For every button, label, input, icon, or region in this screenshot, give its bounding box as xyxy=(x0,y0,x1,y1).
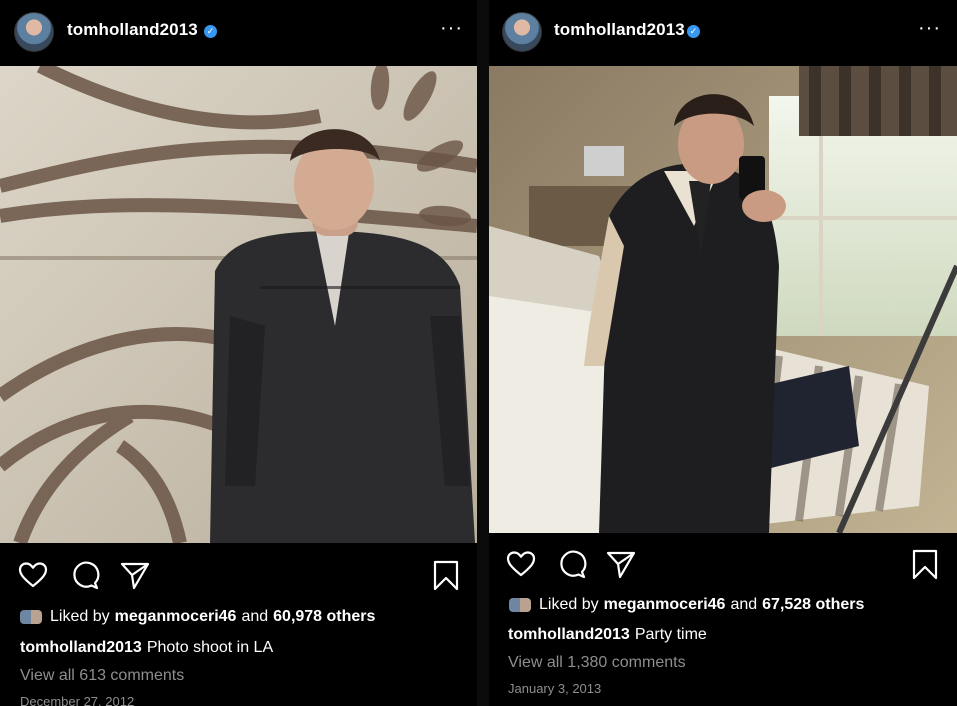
liked-user[interactable]: meganmoceri46 xyxy=(604,596,726,613)
liked-others[interactable]: 67,528 others xyxy=(762,596,864,613)
heart-icon[interactable] xyxy=(17,559,49,591)
post-username[interactable]: tomholland2013 xyxy=(67,20,198,40)
caption-username[interactable]: tomholland2013 xyxy=(508,626,630,643)
more-options-icon[interactable]: ··· xyxy=(440,18,463,38)
post-header: tomholland2013 ✓ ··· xyxy=(489,0,957,64)
photo-mirror-selfie xyxy=(489,66,957,533)
post-photo[interactable] xyxy=(489,66,957,533)
liked-and: and xyxy=(241,608,269,625)
view-comments-link[interactable]: View all 613 comments xyxy=(20,667,184,685)
heart-icon[interactable] xyxy=(505,548,537,580)
post-divider xyxy=(477,0,489,706)
post-date: December 27, 2012 xyxy=(20,694,135,706)
post-card-1: tomholland2013 ✓ ··· Liked by meganmocer… xyxy=(0,0,477,706)
liked-by-avatars xyxy=(509,598,531,612)
bookmark-icon[interactable] xyxy=(430,559,462,591)
post-actions xyxy=(489,548,957,588)
post-date: January 3, 2013 xyxy=(508,681,602,696)
liked-by-avatars xyxy=(20,610,42,624)
post-actions xyxy=(0,559,477,599)
liked-others[interactable]: 60,978 others xyxy=(273,608,375,625)
liked-prefix: Liked by xyxy=(539,596,599,613)
verified-badge-icon: ✓ xyxy=(204,25,217,38)
paper-plane-icon[interactable] xyxy=(119,559,151,591)
likes-summary[interactable]: Liked by meganmoceri46 and 60,978 others xyxy=(20,608,380,626)
post-photo[interactable] xyxy=(0,66,477,543)
profile-avatar[interactable] xyxy=(14,12,54,52)
bookmark-icon[interactable] xyxy=(909,548,941,580)
post-caption: tomholland2013 Photo shoot in LA xyxy=(20,639,273,657)
more-options-icon[interactable]: ··· xyxy=(918,18,941,38)
comment-bubble-icon[interactable] xyxy=(69,559,101,591)
liked-user[interactable]: meganmoceri46 xyxy=(115,608,237,625)
view-comments-link[interactable]: View all 1,380 comments xyxy=(508,654,686,672)
comment-bubble-icon[interactable] xyxy=(556,548,588,580)
caption-text: Photo shoot in LA xyxy=(146,639,274,656)
profile-avatar[interactable] xyxy=(502,12,542,52)
liked-and: and xyxy=(730,596,758,613)
verified-badge-icon: ✓ xyxy=(687,25,700,38)
post-card-2: tomholland2013 ✓ ··· Liked by meganmocer… xyxy=(489,0,957,706)
paper-plane-icon[interactable] xyxy=(605,548,637,580)
caption-username[interactable]: tomholland2013 xyxy=(20,639,142,656)
caption-text: Party time xyxy=(634,626,707,643)
post-username[interactable]: tomholland2013 xyxy=(554,20,685,40)
post-header: tomholland2013 ✓ ··· xyxy=(0,0,477,64)
photo-portrait-wall xyxy=(0,66,477,543)
liked-prefix: Liked by xyxy=(50,608,110,625)
likes-summary[interactable]: Liked by meganmoceri46 and 67,528 others xyxy=(509,596,869,614)
post-caption: tomholland2013 Party time xyxy=(508,626,707,644)
